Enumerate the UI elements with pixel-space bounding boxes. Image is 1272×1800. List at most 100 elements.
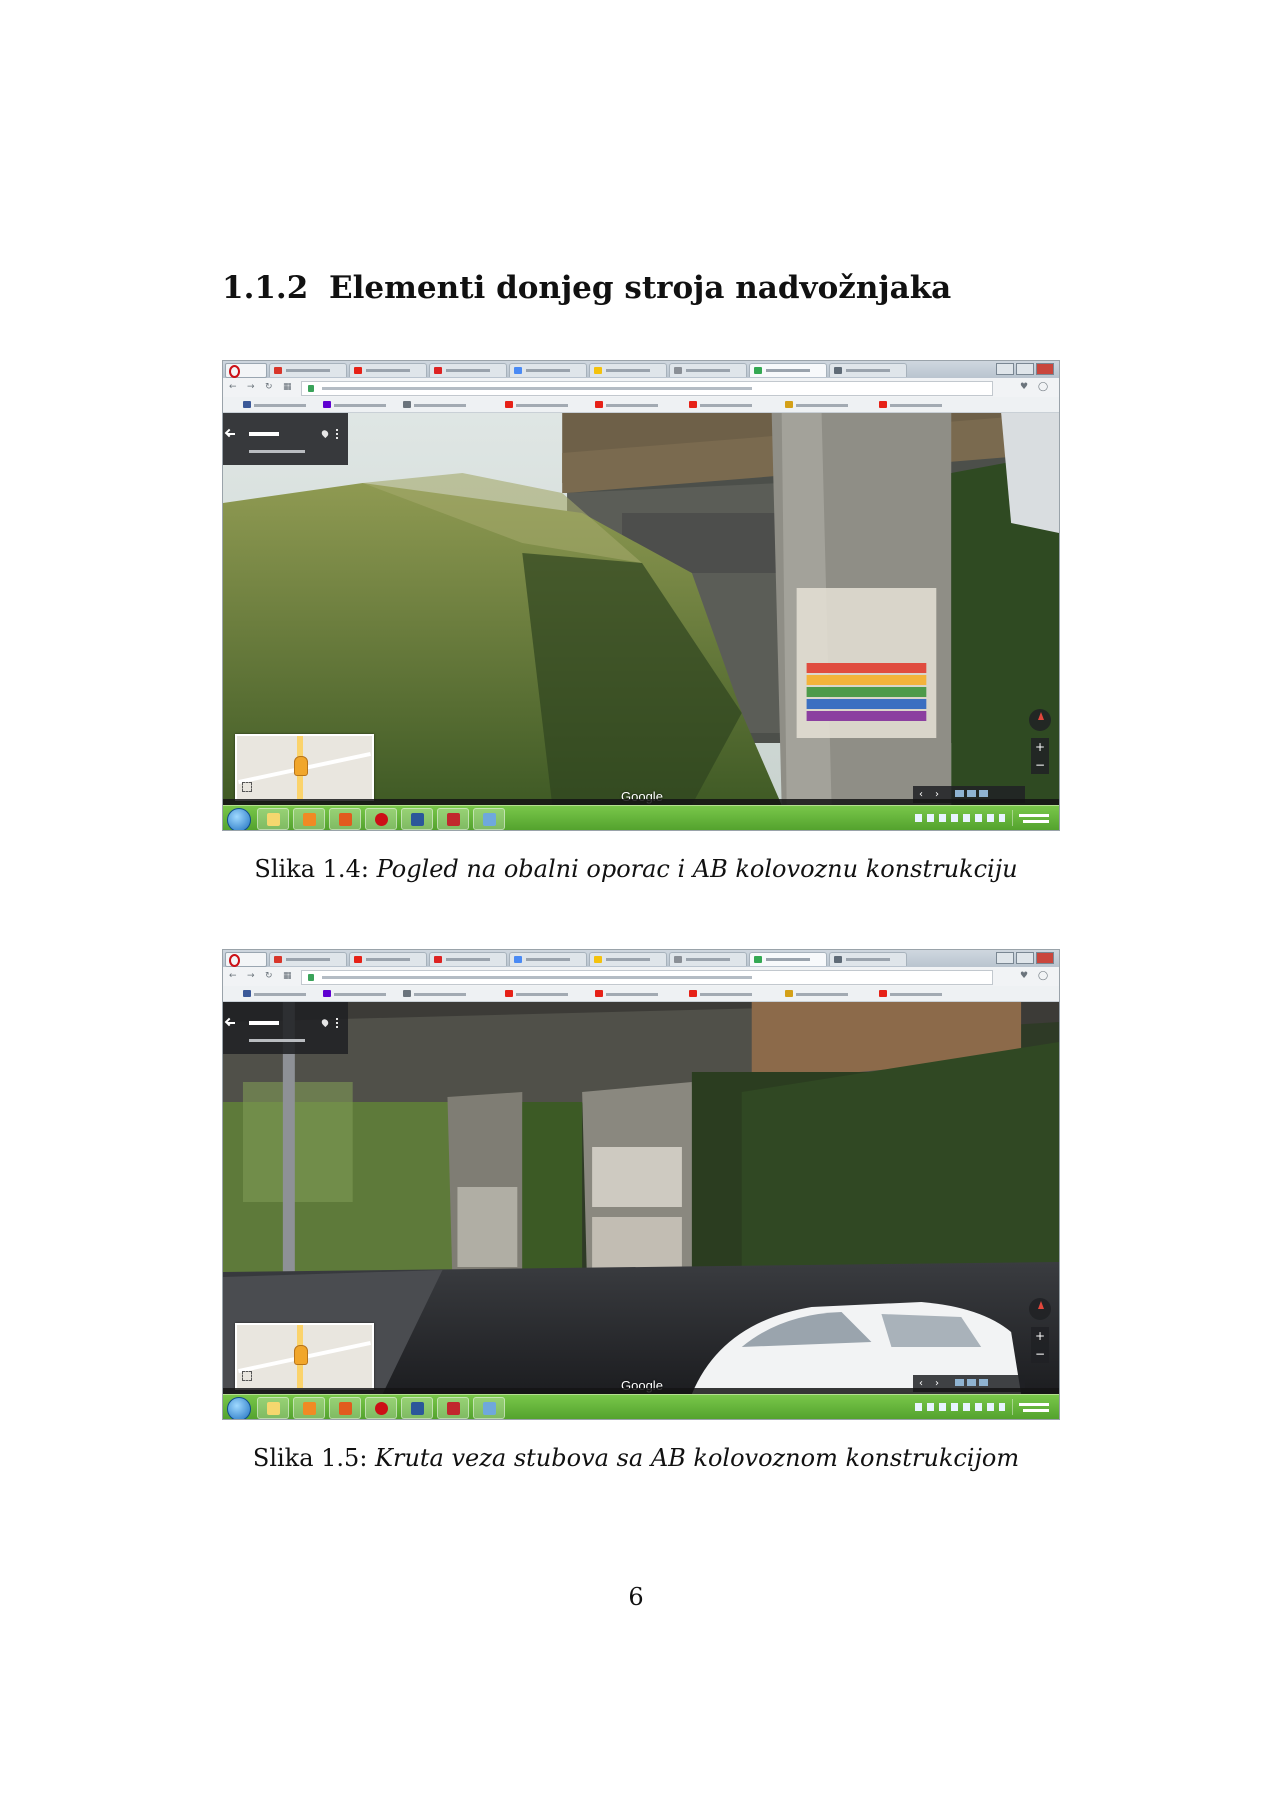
taskbar-app[interactable] (401, 808, 433, 830)
opera-menu-button[interactable] (225, 363, 267, 378)
browser-tab-active[interactable] (749, 363, 827, 377)
bookmark[interactable] (243, 990, 315, 998)
browser-tab[interactable] (349, 952, 427, 966)
taskbar-app[interactable] (293, 1397, 325, 1419)
back-arrow-icon[interactable] (227, 433, 235, 435)
page-number: 6 (628, 1583, 644, 1611)
figure-1-label: Slika 1.4: (254, 855, 369, 883)
more-options-icon[interactable] (336, 429, 340, 439)
back-icon[interactable]: ← (229, 972, 238, 981)
download-icon[interactable]: ◯ (1038, 972, 1048, 981)
start-button-icon[interactable] (227, 808, 251, 830)
location-pin-icon[interactable] (320, 428, 330, 439)
browser-tab-bar (223, 950, 1059, 968)
figure-2-caption-text: Kruta veza stubova sa AB kolovoznom kons… (375, 1444, 1020, 1472)
taskbar-app[interactable] (329, 1397, 361, 1419)
browser-tab[interactable] (349, 363, 427, 377)
heart-icon[interactable]: ♥ (1020, 972, 1029, 981)
bookmark[interactable] (505, 990, 577, 998)
browser-tab[interactable] (669, 363, 747, 377)
bookmark[interactable] (505, 401, 577, 409)
taskbar-app[interactable] (293, 808, 325, 830)
location-pin-icon[interactable] (320, 1017, 330, 1028)
street-view-panel (223, 1002, 348, 1054)
bookmark[interactable] (785, 990, 857, 998)
browser-tab[interactable] (429, 363, 507, 377)
back-icon[interactable]: ← (229, 383, 238, 392)
taskbar-app[interactable] (365, 808, 397, 830)
maximize-button[interactable] (1016, 363, 1034, 375)
opera-logo-icon (229, 954, 240, 967)
bookmark[interactable] (689, 990, 761, 998)
browser-tab[interactable] (669, 952, 747, 966)
clock[interactable] (1012, 1399, 1053, 1415)
browser-tab[interactable] (269, 363, 347, 377)
bookmark[interactable] (879, 990, 951, 998)
taskbar-app[interactable] (401, 1397, 433, 1419)
zoom-control[interactable]: + − (1031, 738, 1049, 774)
taskbar-app[interactable] (365, 1397, 397, 1419)
maximize-button[interactable] (1016, 952, 1034, 964)
window-controls (996, 952, 1056, 965)
clock[interactable] (1012, 810, 1053, 826)
browser-tab[interactable] (589, 952, 667, 966)
bookmark[interactable] (323, 401, 395, 409)
address-bar: ← → ↻ ▦ ♥ ◯ (223, 967, 1059, 987)
zoom-control[interactable]: + − (1031, 1327, 1049, 1363)
windows-taskbar (223, 805, 1059, 830)
bookmark[interactable] (403, 990, 475, 998)
reload-icon[interactable]: ↻ (265, 383, 274, 392)
bookmark[interactable] (595, 990, 667, 998)
street-view-panel (223, 413, 348, 465)
bookmark[interactable] (323, 990, 395, 998)
reload-icon[interactable]: ↻ (265, 972, 274, 981)
browser-tab[interactable] (509, 952, 587, 966)
minimize-button[interactable] (996, 952, 1014, 964)
compass-icon[interactable] (1029, 709, 1051, 731)
taskbar-app[interactable] (473, 808, 505, 830)
start-button-icon[interactable] (227, 1397, 251, 1419)
browser-tab[interactable] (829, 952, 907, 966)
browser-tab[interactable] (509, 363, 587, 377)
taskbar-app[interactable] (437, 808, 469, 830)
browser-tab-active[interactable] (749, 952, 827, 966)
bookmark[interactable] (243, 401, 315, 409)
browser-tab[interactable] (829, 363, 907, 377)
bookmark[interactable] (403, 401, 475, 409)
browser-tab[interactable] (429, 952, 507, 966)
close-button[interactable] (1036, 363, 1054, 375)
figure-1-screenshot: ← → ↻ ▦ ♥ ◯ + − Google ‹ › (222, 360, 1060, 831)
heart-icon[interactable]: ♥ (1020, 383, 1029, 392)
url-field[interactable] (301, 381, 993, 396)
forward-icon[interactable]: → (247, 972, 256, 981)
compass-icon[interactable] (1029, 1298, 1051, 1320)
close-button[interactable] (1036, 952, 1054, 964)
taskbar-app[interactable] (329, 808, 361, 830)
window-controls (996, 363, 1056, 376)
back-arrow-icon[interactable] (227, 1022, 235, 1024)
browser-tab[interactable] (269, 952, 347, 966)
opera-logo-icon (229, 365, 240, 378)
figure-2-label: Slika 1.5: (252, 1444, 368, 1472)
bookmark[interactable] (879, 401, 951, 409)
download-icon[interactable]: ◯ (1038, 383, 1048, 392)
minimize-button[interactable] (996, 363, 1014, 375)
grid-icon[interactable]: ▦ (283, 383, 292, 392)
url-field[interactable] (301, 970, 993, 985)
bookmark[interactable] (689, 401, 761, 409)
taskbar-app[interactable] (437, 1397, 469, 1419)
figure-1-caption: Slika 1.4: Pogled na obalni oporac i AB … (0, 855, 1272, 883)
taskbar-app[interactable] (257, 808, 289, 830)
figure-2-screenshot: ← → ↻ ▦ ♥ ◯ + − Google ‹ › (222, 949, 1060, 1420)
opera-menu-button[interactable] (225, 952, 267, 967)
more-options-icon[interactable] (336, 1018, 340, 1028)
taskbar-app[interactable] (473, 1397, 505, 1419)
bookmark[interactable] (785, 401, 857, 409)
bookmarks-bar (223, 397, 1059, 413)
figure-2-caption: Slika 1.5: Kruta veza stubova sa AB kolo… (0, 1444, 1272, 1472)
browser-tab[interactable] (589, 363, 667, 377)
grid-icon[interactable]: ▦ (283, 972, 292, 981)
bookmark[interactable] (595, 401, 667, 409)
forward-icon[interactable]: → (247, 383, 256, 392)
taskbar-app[interactable] (257, 1397, 289, 1419)
